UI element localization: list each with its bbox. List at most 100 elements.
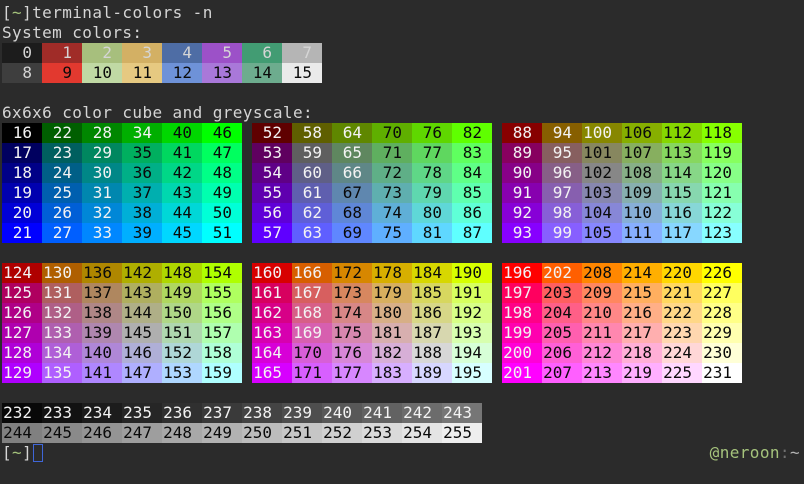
color-cell-94: 94 — [542, 123, 582, 143]
color-cell-82: 82 — [452, 123, 492, 143]
cube-row: 198204210216222228 — [502, 303, 742, 323]
color-cell-247: 247 — [122, 423, 162, 443]
color-cell-107: 107 — [622, 143, 662, 163]
cube-row: 8995101107113119 — [502, 143, 742, 163]
color-cell-27: 27 — [42, 223, 82, 243]
color-cell-115: 115 — [662, 183, 702, 203]
color-cell-37: 37 — [122, 183, 162, 203]
color-cell-173: 173 — [332, 283, 372, 303]
color-cell-191: 191 — [452, 283, 492, 303]
color-cell-96: 96 — [542, 163, 582, 183]
color-cell-89: 89 — [502, 143, 542, 163]
color-cell-222: 222 — [662, 303, 702, 323]
color-cell-207: 207 — [542, 363, 582, 383]
color-cell-242: 242 — [402, 403, 442, 423]
color-cell-153: 153 — [162, 363, 202, 383]
color-cell-219: 219 — [622, 363, 662, 383]
color-cell-155: 155 — [202, 283, 242, 303]
color-cell-81: 81 — [412, 223, 452, 243]
color-cell-122: 122 — [702, 203, 742, 223]
color-cell-221: 221 — [662, 283, 702, 303]
color-cell-45: 45 — [162, 223, 202, 243]
cube-row: 172329354147 — [2, 143, 242, 163]
cube-block-88-123: 8894100106112118899510110711311990961021… — [502, 123, 742, 243]
cube-block-16-51: 1622283440461723293541471824303642481925… — [2, 123, 242, 243]
color-cell-31: 31 — [82, 183, 122, 203]
color-cell-16: 16 — [2, 123, 42, 143]
color-cell-176: 176 — [332, 343, 372, 363]
color-cell-78: 78 — [412, 163, 452, 183]
color-cell-25: 25 — [42, 183, 82, 203]
shell-prompt-line[interactable]: [~]@neroon:~ — [2, 443, 804, 463]
color-cell-138: 138 — [82, 303, 122, 323]
prompt-home-tilde: ~ — [12, 3, 22, 22]
color-cell-133: 133 — [42, 323, 82, 343]
color-cell-32: 32 — [82, 203, 122, 223]
cube-row: 525864707682 — [252, 123, 492, 143]
color-cell-13: 13 — [202, 63, 242, 83]
cube-row: 201207213219225231 — [502, 363, 742, 383]
color-cell-225: 225 — [662, 363, 702, 383]
color-cell-40: 40 — [162, 123, 202, 143]
system-colors-row-2: 89101112131415 — [2, 63, 804, 83]
rprompt-user: @neroon — [710, 443, 780, 462]
cube-row: 197203209215221227 — [502, 283, 742, 303]
cube-row: 163169175181187193 — [252, 323, 492, 343]
cube-row: 182430364248 — [2, 163, 242, 183]
terminal-window[interactable]: { "terminal": { "bg": "#2b2b2b", "defaul… — [0, 0, 804, 484]
color-cell-233: 233 — [42, 403, 82, 423]
color-cell-159: 159 — [202, 363, 242, 383]
color-cell-53: 53 — [252, 143, 292, 163]
color-cell-26: 26 — [42, 203, 82, 223]
color-cell-244: 244 — [2, 423, 42, 443]
color-cell-127: 127 — [2, 323, 42, 343]
color-cell-184: 184 — [412, 263, 452, 283]
color-cell-197: 197 — [502, 283, 542, 303]
color-cell-195: 195 — [452, 363, 492, 383]
color-cell-253: 253 — [362, 423, 402, 443]
color-cell-70: 70 — [372, 123, 412, 143]
color-cell-79: 79 — [412, 183, 452, 203]
cube-row: 129135141147153159 — [2, 363, 242, 383]
color-cell-56: 56 — [252, 203, 292, 223]
color-cell-199: 199 — [502, 323, 542, 343]
color-cell-238: 238 — [242, 403, 282, 423]
color-cell-234: 234 — [82, 403, 122, 423]
color-cell-69: 69 — [332, 223, 372, 243]
color-cell-252: 252 — [322, 423, 362, 443]
cube-block-196-231: 1962022082142202261972032092152212271982… — [502, 263, 742, 383]
color-cell-206: 206 — [542, 343, 582, 363]
color-cell-2: 2 — [82, 43, 122, 63]
cube-row: 9399105111117123 — [502, 223, 742, 243]
color-cell-140: 140 — [82, 343, 122, 363]
color-cell-18: 18 — [2, 163, 42, 183]
cube-block-52-87: 5258647076825359657177835460667278845561… — [252, 123, 492, 243]
color-cell-246: 246 — [82, 423, 122, 443]
color-cell-5: 5 — [202, 43, 242, 63]
color-cell-44: 44 — [162, 203, 202, 223]
color-cell-183: 183 — [372, 363, 412, 383]
color-cell-141: 141 — [82, 363, 122, 383]
color-cell-160: 160 — [252, 263, 292, 283]
color-cell-99: 99 — [542, 223, 582, 243]
color-cell-3: 3 — [122, 43, 162, 63]
color-cell-236: 236 — [162, 403, 202, 423]
color-cell-72: 72 — [372, 163, 412, 183]
cube-row: 8894100106112118 — [502, 123, 742, 143]
color-cell-198: 198 — [502, 303, 542, 323]
color-cell-74: 74 — [372, 203, 412, 223]
color-cell-61: 61 — [292, 183, 332, 203]
color-cell-181: 181 — [372, 323, 412, 343]
right-prompt: @neroon:~ — [710, 443, 800, 463]
color-cell-12: 12 — [162, 63, 202, 83]
color-cell-17: 17 — [2, 143, 42, 163]
color-cell-129: 129 — [2, 363, 42, 383]
color-cell-0: 0 — [2, 43, 42, 63]
greyscale-row-2: 244245246247248249250251252253254255 — [2, 423, 804, 443]
blank-line — [2, 383, 804, 403]
color-cell-254: 254 — [402, 423, 442, 443]
color-cell-71: 71 — [372, 143, 412, 163]
cube-row: 160166172178184190 — [252, 263, 492, 283]
color-cell-174: 174 — [332, 303, 372, 323]
color-cell-100: 100 — [582, 123, 622, 143]
